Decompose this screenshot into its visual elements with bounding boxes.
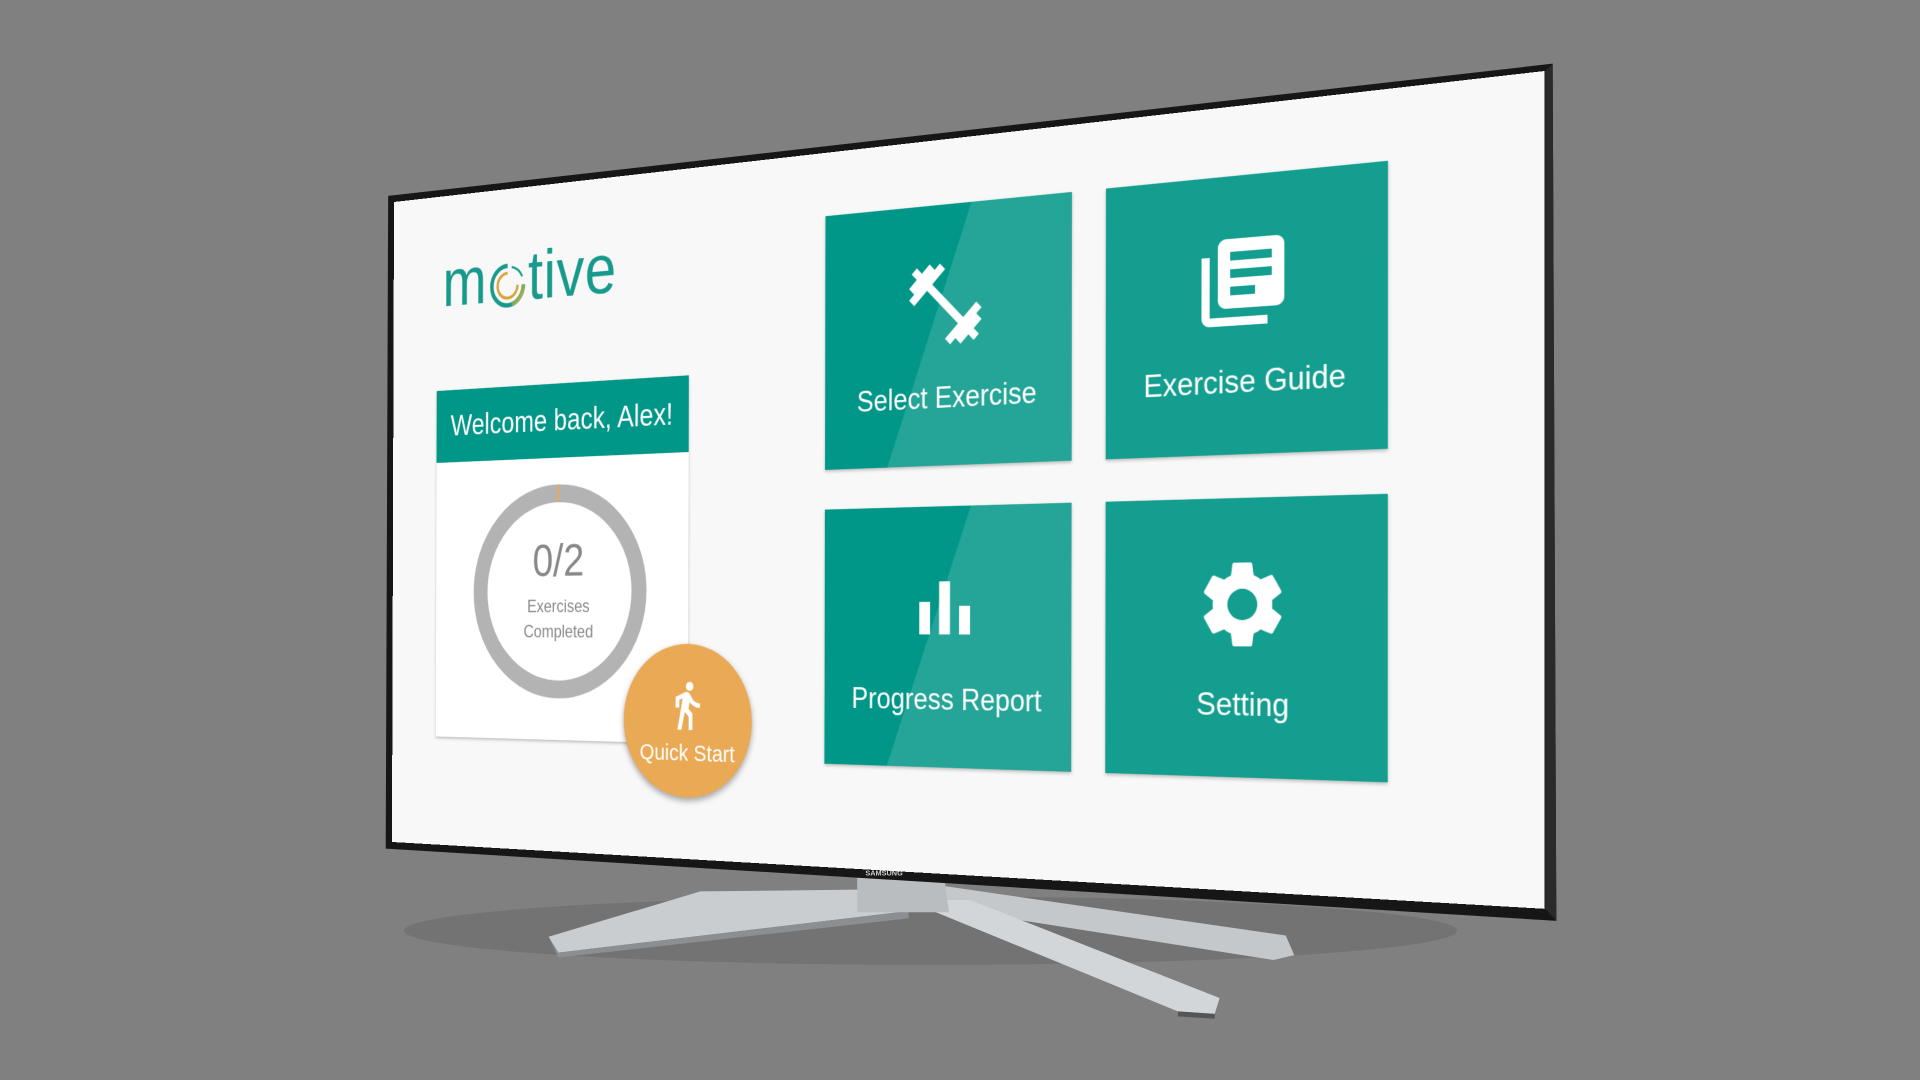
- logo-text-suffix: tive: [528, 229, 617, 315]
- motive-logo: m tive: [443, 229, 617, 322]
- quick-start-label: Quick Start: [640, 739, 735, 768]
- tile-select-exercise[interactable]: Select Exercise: [825, 192, 1072, 470]
- logo-text-prefix: m: [443, 242, 488, 322]
- tile-label: Exercise Guide: [1143, 358, 1345, 405]
- welcome-title: Welcome back, Alex!: [437, 375, 689, 463]
- quick-start-button[interactable]: Quick Start: [624, 644, 752, 801]
- logo-swirl-icon: [488, 259, 527, 311]
- gear-icon: [1193, 551, 1293, 657]
- tile-exercise-guide[interactable]: Exercise Guide: [1106, 161, 1388, 460]
- progress-count: 0/2: [533, 537, 585, 584]
- tile-progress-report[interactable]: Progress Report: [824, 503, 1071, 772]
- progress-label-line2: Completed: [524, 620, 594, 645]
- tile-label: Setting: [1196, 686, 1289, 724]
- tv-bezel-edge: [1545, 64, 1556, 921]
- guide-document-icon: [1193, 225, 1293, 337]
- progress-ring: 0/2 Exercises Completed: [473, 480, 648, 700]
- running-person-icon: [664, 674, 709, 736]
- dumbbell-icon: [902, 251, 989, 355]
- progress-label-line1: Exercises: [527, 594, 589, 620]
- tile-label: Progress Report: [851, 681, 1041, 719]
- bar-chart-icon: [901, 556, 988, 655]
- tile-setting[interactable]: Setting: [1105, 494, 1388, 783]
- tv-screen: m tive Welcome back, Alex! 0/2 Exercises…: [392, 71, 1545, 909]
- tile-label: Select Exercise: [857, 375, 1037, 419]
